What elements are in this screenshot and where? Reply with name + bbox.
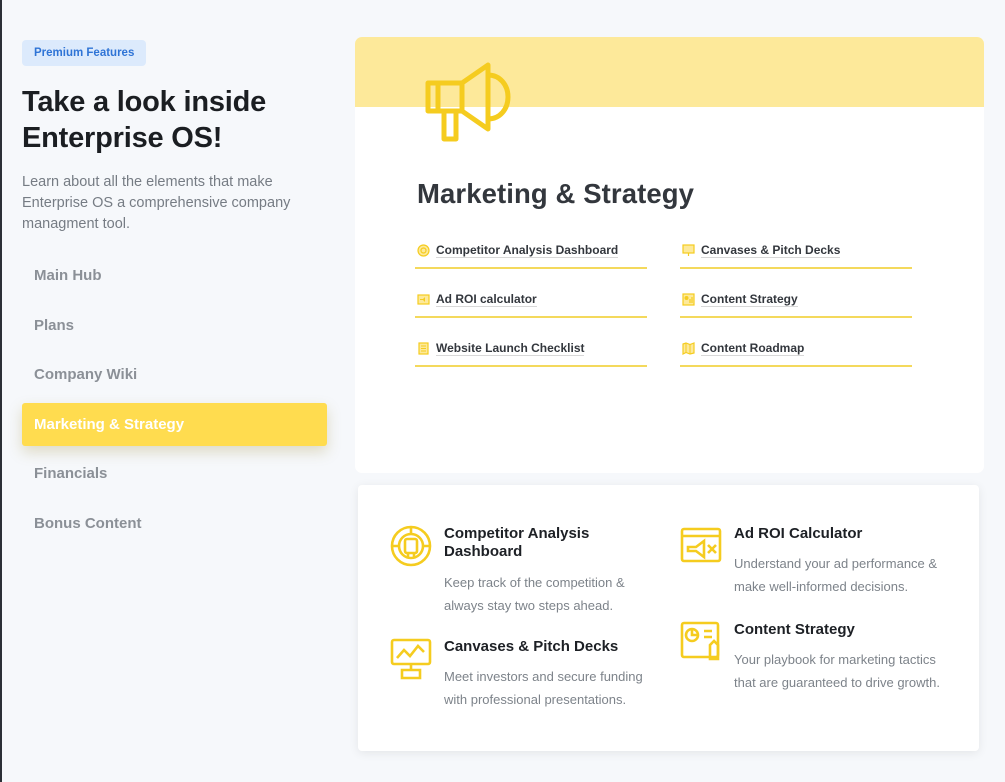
preview-card: Marketing & Strategy Competitor Analysis… xyxy=(355,37,984,473)
nav-item-company-wiki[interactable]: Company Wiki xyxy=(22,353,327,396)
nav-item-marketing-strategy[interactable]: Marketing & Strategy xyxy=(22,402,327,446)
link-label: Canvases & Pitch Decks xyxy=(701,242,841,258)
feature-description: Understand your ad performance & make we… xyxy=(734,556,938,594)
nav-item-bonus-content[interactable]: Bonus Content xyxy=(22,502,327,545)
ad-icon xyxy=(680,527,722,563)
nav-item-main-hub[interactable]: Main Hub xyxy=(22,254,327,297)
link-label: Website Launch Checklist xyxy=(436,340,585,356)
section-nav: Main Hub Plans Company Wiki Marketing & … xyxy=(22,254,327,551)
chart-icon xyxy=(680,621,720,661)
link-label: Ad ROI calculator xyxy=(436,291,537,307)
chart-icon xyxy=(682,292,695,306)
page-title-line-2: Enterprise OS! xyxy=(22,122,223,154)
feature-title: Competitor Analysis Dashboard xyxy=(444,525,590,560)
page-title: Take a look inside Enterprise OS! xyxy=(22,84,332,156)
feature-title: Canvases & Pitch Decks xyxy=(444,638,619,655)
link-content-roadmap[interactable]: Content Roadmap xyxy=(680,331,912,367)
target-icon xyxy=(417,243,430,257)
link-label: Content Roadmap xyxy=(701,340,805,356)
section-title: Marketing & Strategy xyxy=(417,178,695,209)
presentation-icon xyxy=(390,638,432,680)
link-ad-roi-calculator[interactable]: Ad ROI calculator xyxy=(415,282,647,318)
megaphone-icon xyxy=(425,62,511,142)
link-canvases-pitch-decks[interactable]: Canvases & Pitch Decks xyxy=(680,233,912,269)
link-website-launch-checklist[interactable]: Website Launch Checklist xyxy=(415,331,647,367)
ad-icon xyxy=(417,293,430,305)
link-label: Competitor Analysis Dashboard xyxy=(436,242,619,258)
page-title-line-1: Take a look inside xyxy=(22,86,267,118)
feature-description: Your playbook for marketing tactics that… xyxy=(734,652,940,690)
target-icon xyxy=(390,525,432,567)
nav-item-plans[interactable]: Plans xyxy=(22,304,327,347)
link-competitor-analysis-dashboard[interactable]: Competitor Analysis Dashboard xyxy=(415,233,647,269)
presentation-icon xyxy=(682,243,695,256)
intro-section: Premium Features Take a look inside Ente… xyxy=(22,40,332,235)
feature-title: Ad ROI Calculator xyxy=(734,525,863,542)
link-label: Content Strategy xyxy=(701,291,798,307)
roadmap-icon xyxy=(682,341,695,355)
feature-description: Keep track of the competition & always s… xyxy=(444,575,625,613)
checklist-icon xyxy=(418,341,429,355)
link-content-strategy[interactable]: Content Strategy xyxy=(680,282,912,318)
feature-title: Content Strategy xyxy=(734,621,855,638)
intro-description: Learn about all the elements that make E… xyxy=(22,174,291,232)
nav-item-financials[interactable]: Financials xyxy=(22,452,327,495)
features-card: Competitor Analysis Dashboard Keep track… xyxy=(358,485,979,751)
feature-description: Meet investors and secure funding with p… xyxy=(444,669,643,707)
premium-badge: Premium Features xyxy=(22,40,147,66)
window-edge xyxy=(0,0,2,782)
